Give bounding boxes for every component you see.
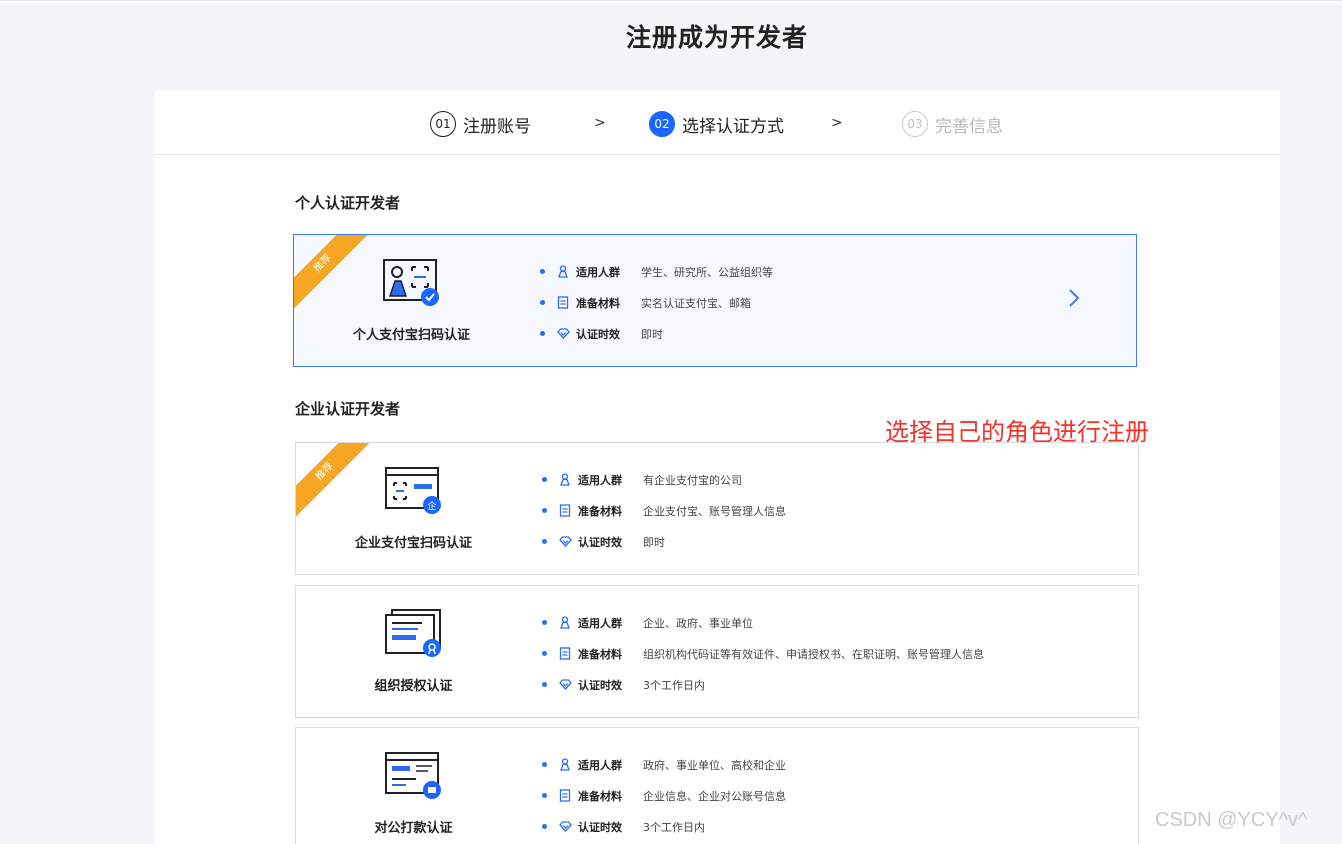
row-audience: 适用人群 学生、研究所、公益组织等: [540, 256, 773, 287]
step-indicator: 01 注册账号 > 02 选择认证方式 > 03 完善信息: [155, 91, 1280, 155]
card-name: 企业支付宝扫码认证: [354, 536, 472, 551]
row-timing: 认证时效 即时: [540, 318, 773, 349]
bank-transfer-icon: [385, 752, 441, 799]
step-label: 选择认证方式: [682, 116, 784, 137]
person-scan-icon: [383, 259, 439, 306]
section-enterprise-title: 企业认证开发者: [295, 400, 401, 418]
watermark: CSDN @YCY^v^: [1155, 809, 1308, 831]
field-value: 组织机构代码证等有效证件、申请授权书、在职证明、账号管理人信息: [643, 647, 984, 661]
field-value: 3个工作日内: [643, 678, 705, 692]
card-corporate-transfer[interactable]: 对公打款认证 适用人群 政府、事业单位、高校和企业 准备材料 企业信息、企业对公…: [295, 727, 1139, 844]
field-label: 准备材料: [578, 504, 622, 518]
bullet-dot: [542, 620, 547, 625]
row-audience: 适用人群 政府、事业单位、高校和企业: [542, 749, 786, 780]
bullet-dot: [542, 682, 547, 687]
person-icon: [555, 264, 571, 280]
step-complete-info: 03 完善信息: [902, 111, 1003, 137]
step-label: 注册账号: [463, 116, 531, 137]
row-materials: 准备材料 企业支付宝、账号管理人信息: [542, 495, 786, 526]
enterprise-scan-icon: 企: [385, 467, 441, 514]
annotation-text: 选择自己的角色进行注册: [885, 418, 1149, 446]
page-title: 注册成为开发者: [625, 23, 808, 52]
field-label: 适用人群: [578, 616, 622, 630]
field-value: 政府、事业单位、高校和企业: [643, 758, 786, 772]
field-label: 认证时效: [576, 327, 620, 341]
svg-text:企: 企: [427, 500, 436, 512]
field-value: 即时: [641, 327, 663, 341]
bullet-dot: [542, 477, 547, 482]
bullet-dot: [540, 331, 545, 336]
field-value: 实名认证支付宝、邮箱: [641, 296, 751, 310]
card-name: 对公打款认证: [374, 821, 453, 836]
recommended-ribbon: 推荐: [296, 443, 375, 522]
field-value: 企业信息、企业对公账号信息: [643, 789, 786, 803]
chevron-right-icon[interactable]: [1067, 287, 1081, 309]
row-materials: 准备材料 组织机构代码证等有效证件、申请授权书、在职证明、账号管理人信息: [542, 638, 984, 669]
card-enterprise-alipay[interactable]: 推荐 企 企业支付宝扫码认证 适用人群 有企业支付宝的公司 准备材料 企业支付宝…: [295, 442, 1139, 575]
person-icon: [557, 615, 573, 631]
row-materials: 准备材料 实名认证支付宝、邮箱: [540, 287, 773, 318]
row-timing: 认证时效 3个工作日内: [542, 669, 984, 700]
row-audience: 适用人群 有企业支付宝的公司: [542, 464, 786, 495]
bullet-dot: [542, 508, 547, 513]
diamond-icon: [557, 677, 573, 693]
registration-panel: 01 注册账号 > 02 选择认证方式 > 03 完善信息 个人认证开发者 推荐…: [155, 91, 1280, 844]
field-label: 适用人群: [578, 473, 622, 487]
step-separator: >: [594, 115, 606, 131]
row-materials: 准备材料 企业信息、企业对公账号信息: [542, 780, 786, 811]
section-personal-title: 个人认证开发者: [295, 194, 401, 212]
bullet-dot: [542, 651, 547, 656]
field-value: 即时: [643, 535, 665, 549]
field-label: 准备材料: [578, 647, 622, 661]
card-name: 组织授权认证: [374, 679, 453, 694]
step-separator: >: [831, 115, 843, 131]
step-choose-verification: 02 选择认证方式: [649, 111, 784, 137]
row-timing: 认证时效 即时: [542, 526, 786, 557]
step-number: 03: [902, 111, 928, 137]
field-value: 3个工作日内: [643, 820, 705, 834]
field-label: 认证时效: [578, 678, 622, 692]
recommended-ribbon: 推荐: [294, 235, 373, 314]
field-value: 学生、研究所、公益组织等: [641, 265, 773, 279]
document-icon: [557, 503, 573, 519]
step-number: 02: [649, 111, 675, 137]
diamond-icon: [557, 534, 573, 550]
field-value: 企业支付宝、账号管理人信息: [643, 504, 786, 518]
bullet-dot: [542, 793, 547, 798]
document-icon: [557, 646, 573, 662]
field-label: 准备材料: [578, 789, 622, 803]
row-audience: 适用人群 企业、政府、事业单位: [542, 607, 984, 638]
bullet-dot: [542, 824, 547, 829]
field-label: 认证时效: [578, 535, 622, 549]
card-personal-alipay[interactable]: 推荐 个人支付宝扫码认证 适用人群 学生、研究所、公益组织等 准备材料 实名认证…: [293, 234, 1137, 367]
document-icon: [557, 788, 573, 804]
field-value: 有企业支付宝的公司: [643, 473, 742, 487]
document-icon: [555, 295, 571, 311]
step-register-account: 01 注册账号: [430, 111, 531, 137]
row-timing: 认证时效 3个工作日内: [542, 811, 786, 842]
bullet-dot: [542, 762, 547, 767]
field-label: 准备材料: [576, 296, 620, 310]
bullet-dot: [540, 300, 545, 305]
field-label: 适用人群: [576, 265, 620, 279]
field-label: 认证时效: [578, 820, 622, 834]
certificate-icon: [385, 609, 441, 657]
card-organization-authorization[interactable]: 组织授权认证 适用人群 企业、政府、事业单位 准备材料 组织机构代码证等有效证件…: [295, 585, 1139, 718]
diamond-icon: [555, 326, 571, 342]
bullet-dot: [542, 539, 547, 544]
field-value: 企业、政府、事业单位: [643, 616, 753, 630]
top-border: [0, 0, 1342, 4]
step-label: 完善信息: [935, 116, 1003, 137]
person-icon: [557, 472, 573, 488]
step-number: 01: [430, 111, 456, 137]
card-name: 个人支付宝扫码认证: [352, 328, 470, 343]
person-icon: [557, 757, 573, 773]
bullet-dot: [540, 269, 545, 274]
diamond-icon: [557, 819, 573, 835]
field-label: 适用人群: [578, 758, 622, 772]
